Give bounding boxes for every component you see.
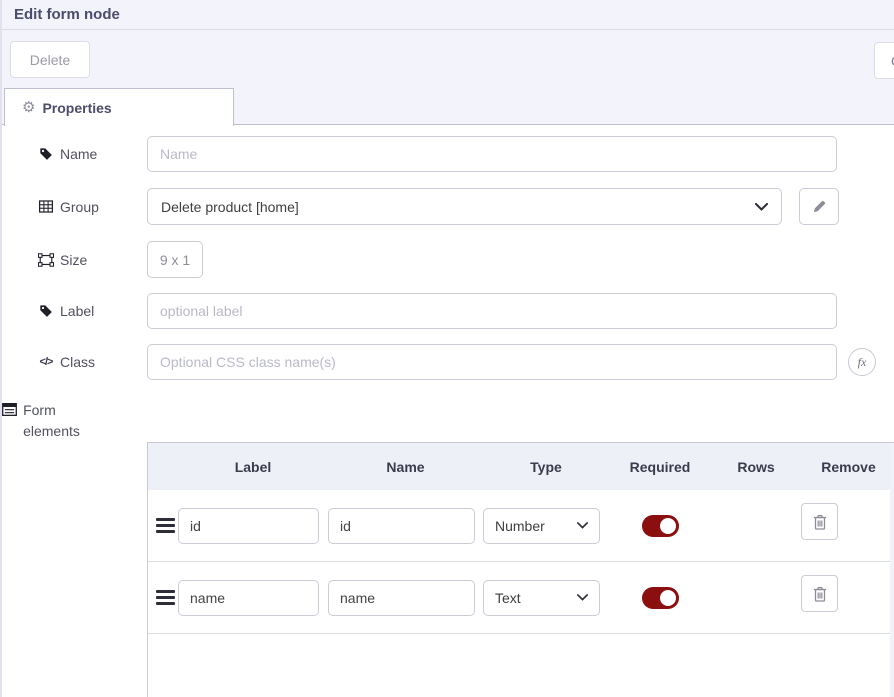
group-select-value: Delete product [home] xyxy=(161,199,299,215)
element-name-input[interactable] xyxy=(328,580,475,616)
group-select[interactable]: Delete product [home] xyxy=(147,188,782,225)
class-label: </> Class xyxy=(38,354,147,370)
gear-icon: ⚙ xyxy=(22,100,35,115)
header-rows: Rows xyxy=(711,459,801,475)
header-remove: Remove xyxy=(801,459,894,475)
required-toggle[interactable] xyxy=(642,515,679,537)
group-label: Group xyxy=(38,199,147,215)
group-row: Group Delete product [home] xyxy=(38,188,894,225)
pencil-icon xyxy=(812,199,827,214)
table-icon xyxy=(38,200,54,213)
size-row: Size 9 x 1 xyxy=(38,241,894,278)
tag-icon xyxy=(38,147,54,161)
name-row: Name xyxy=(38,136,894,172)
code-icon: </> xyxy=(38,356,54,368)
dialog-toolbar: Delete Cancel xyxy=(2,30,894,88)
element-type-select[interactable]: Number xyxy=(483,508,600,544)
drag-handle-icon[interactable] xyxy=(156,518,175,533)
chevron-down-icon xyxy=(577,594,588,601)
class-input[interactable] xyxy=(147,344,837,380)
tab-properties[interactable]: ⚙ Properties xyxy=(4,88,234,126)
cancel-button[interactable]: Cancel xyxy=(874,42,894,79)
size-button[interactable]: 9 x 1 xyxy=(147,241,203,278)
edit-group-button[interactable] xyxy=(799,188,839,225)
required-toggle[interactable] xyxy=(642,587,679,609)
list-alt-icon xyxy=(2,403,17,416)
remove-element-button[interactable] xyxy=(801,503,838,540)
form-elements-row: Form elements xyxy=(2,398,894,442)
expression-fx-button[interactable]: fx xyxy=(848,348,876,376)
properties-panel: Name Group Delete product [home] xyxy=(2,125,894,697)
dialog-title: Edit form node xyxy=(14,6,120,23)
tab-properties-label: Properties xyxy=(42,100,111,116)
label-input[interactable] xyxy=(147,293,837,329)
chevron-down-icon xyxy=(755,203,768,211)
edit-form-node-dialog: Edit form node Delete Cancel ⚙ Propertie… xyxy=(0,0,894,697)
form-elements-label: Form elements xyxy=(2,398,111,442)
element-name-input[interactable] xyxy=(328,508,475,544)
delete-button[interactable]: Delete xyxy=(10,41,90,78)
remove-element-button[interactable] xyxy=(801,575,838,612)
class-row: </> Class fx xyxy=(38,344,894,380)
header-label: Label xyxy=(178,459,328,475)
element-label-input[interactable] xyxy=(178,580,319,616)
chevron-down-icon xyxy=(577,522,588,529)
label-row: Label xyxy=(38,293,894,329)
object-group-icon xyxy=(38,253,54,267)
trash-icon xyxy=(813,586,827,602)
element-label-input[interactable] xyxy=(178,508,319,544)
table-row: Number xyxy=(148,490,894,562)
table-header-row: Label Name Type Required Rows Remove xyxy=(148,443,894,490)
header-type: Type xyxy=(483,459,609,475)
element-type-select[interactable]: Text xyxy=(483,580,600,616)
name-label: Name xyxy=(38,146,147,162)
table-scrollbar-track[interactable] xyxy=(890,443,894,697)
size-label: Size xyxy=(38,252,147,268)
tab-bar: ⚙ Properties xyxy=(2,88,894,125)
table-row: Text xyxy=(148,562,894,634)
tag-icon xyxy=(38,304,54,318)
trash-icon xyxy=(813,514,827,530)
header-required: Required xyxy=(609,459,711,475)
drag-handle-icon[interactable] xyxy=(156,590,175,605)
dialog-header: Edit form node xyxy=(2,0,894,30)
label-label: Label xyxy=(38,303,147,319)
form-elements-table: Label Name Type Required Rows Remove Num… xyxy=(147,442,894,697)
name-input[interactable] xyxy=(147,136,837,172)
header-name: Name xyxy=(328,459,483,475)
